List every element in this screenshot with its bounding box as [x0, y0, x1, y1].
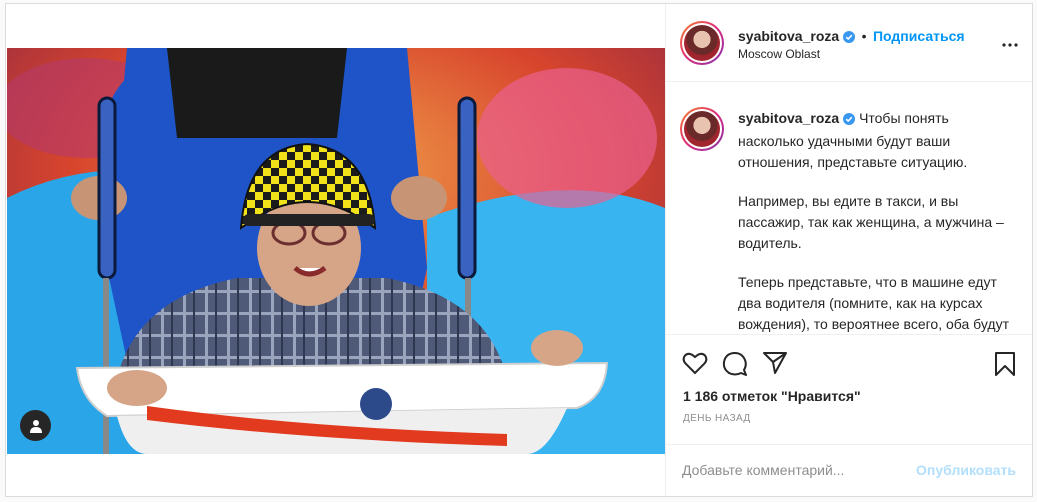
comment-input[interactable]: Добавьте комментарий...	[682, 462, 844, 478]
user-tag-button[interactable]	[20, 410, 51, 441]
post-actions: 1 186 отметок "Нравится" день назад	[666, 334, 1032, 444]
post-caption: syabitova_roza Чтобы понять насколько уд…	[738, 108, 1018, 334]
follow-button[interactable]: Подписаться	[873, 28, 965, 44]
heart-icon	[682, 352, 708, 375]
post-photo-illustration	[7, 48, 665, 454]
separator-dot: •	[861, 28, 867, 44]
more-options-button[interactable]	[1002, 34, 1018, 52]
user-tag-icon	[29, 419, 42, 433]
share-icon	[763, 352, 787, 374]
post-photo[interactable]	[7, 48, 665, 454]
caption-paragraph: Теперь представьте, что в машине едут дв…	[738, 274, 1009, 332]
publish-comment-button[interactable]: Опубликовать	[916, 462, 1016, 478]
caption-paragraph: Например, вы едите в такси, и вы пассажи…	[738, 193, 1004, 251]
caption-username[interactable]: syabitova_roza	[738, 110, 839, 126]
bookmark-icon	[995, 352, 1015, 376]
post-location[interactable]: Moscow Oblast	[738, 47, 820, 61]
comment-icon	[722, 352, 747, 376]
post-media	[7, 4, 665, 496]
verified-badge-icon	[843, 30, 856, 48]
comments-area: syabitova_roza Чтобы понять насколько уд…	[666, 82, 1032, 334]
verified-badge-icon	[843, 110, 856, 131]
author-avatar[interactable]	[680, 21, 724, 65]
likes-count[interactable]: 1 186 отметок "Нравится"	[683, 388, 861, 404]
author-username[interactable]: syabitova_roza	[738, 28, 839, 44]
post-header: syabitova_roza • Подписаться Moscow Obla…	[666, 4, 1032, 82]
caption-author-avatar[interactable]	[680, 107, 724, 151]
post-sidebar: syabitova_roza • Подписаться Moscow Obla…	[665, 4, 1032, 496]
add-comment-bar: Добавьте комментарий... Опубликовать	[666, 444, 1032, 496]
more-options-icon	[1002, 43, 1018, 47]
comment-button[interactable]	[722, 351, 748, 382]
post-card: syabitova_roza • Подписаться Moscow Obla…	[5, 3, 1033, 497]
share-button[interactable]	[762, 351, 788, 380]
post-timestamp[interactable]: день назад	[683, 413, 751, 424]
save-button[interactable]	[994, 351, 1016, 382]
like-button[interactable]	[682, 351, 708, 380]
